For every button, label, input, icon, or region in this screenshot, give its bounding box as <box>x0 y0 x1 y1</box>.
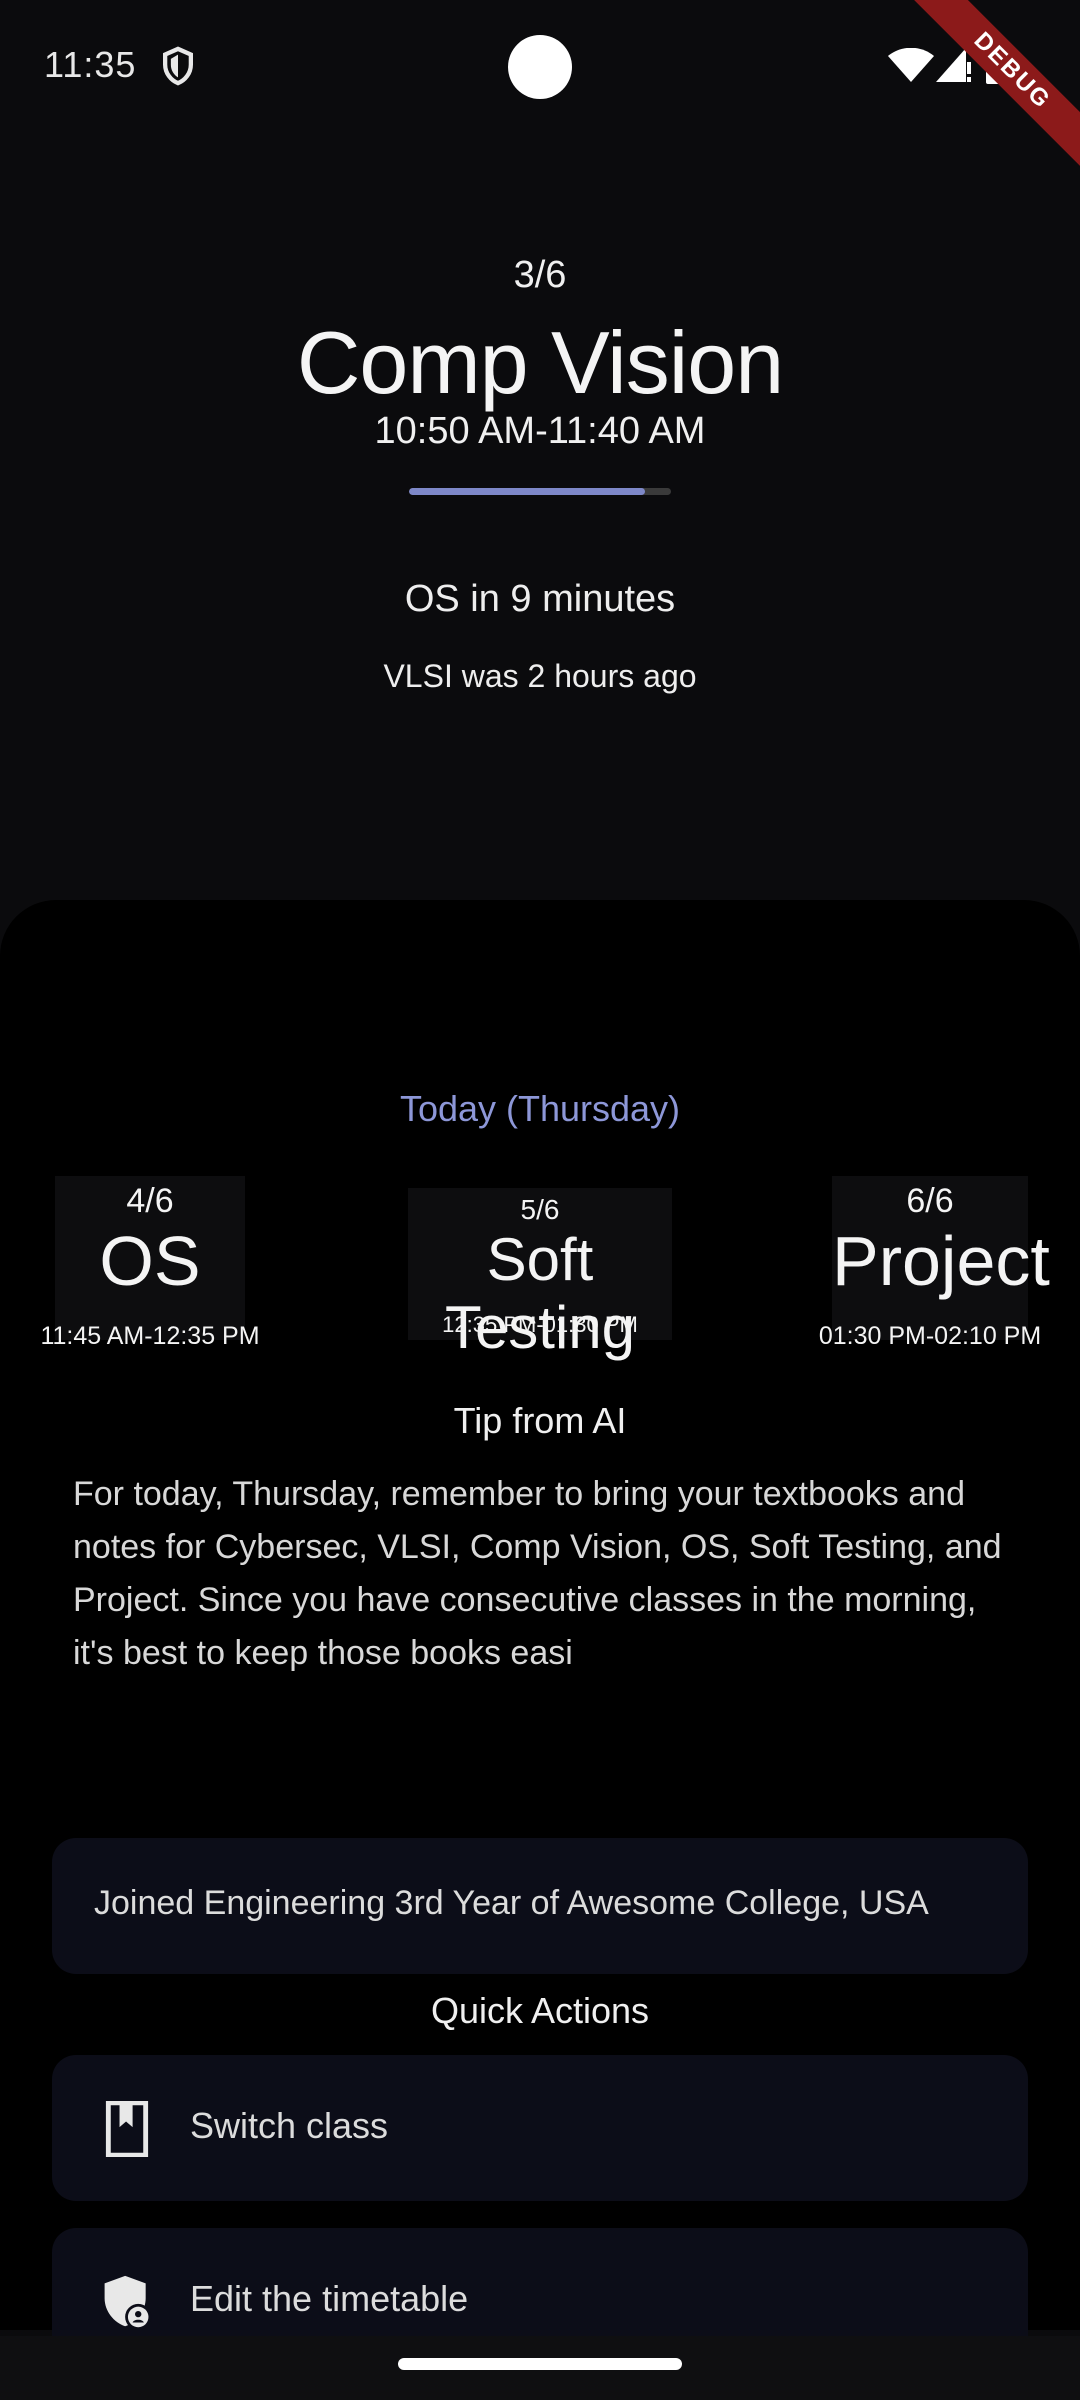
current-class-index: 3/6 <box>513 254 567 296</box>
current-class-name: Comp Vision <box>296 313 784 412</box>
bottom-sheet[interactable]: Today (Thursday) 4/6 OS 11:45 AM-12:35 P… <box>0 900 1080 2388</box>
status-bar: 11:35 DEBUG <box>0 0 1080 170</box>
book-icon <box>105 2101 149 2157</box>
class-card-name: Soft Testing <box>444 1226 636 1361</box>
class-card-name: OS <box>99 1222 201 1300</box>
today-label: Today (Thursday) <box>399 1088 681 1129</box>
class-card-index: 4/6 <box>126 1182 174 1220</box>
class-card-soft-testing[interactable]: 5/6 Soft Testing 12:35 PM-01:30 PM <box>408 1188 672 1361</box>
quick-actions-title: Quick Actions <box>430 1990 650 2031</box>
class-card-project[interactable]: 6/6 Project 01:30 PM-02:10 PM <box>819 1176 1050 1350</box>
class-card-name: Project <box>832 1222 1050 1300</box>
class-card-time: 01:30 PM-02:10 PM <box>818 1322 1042 1350</box>
screen: 11:35 DEBUG 3/6 Comp Vision 10:50 AM-11:… <box>0 0 1080 2400</box>
next-class-text: OS in 9 minutes <box>404 578 676 620</box>
debug-banner: DEBUG <box>900 0 1080 180</box>
camera-cutout <box>508 35 572 99</box>
class-card-time: 11:45 AM-12:35 PM <box>40 1322 260 1350</box>
class-progress-fill <box>409 488 645 495</box>
switch-class-label: Switch class <box>190 2105 389 2146</box>
tip-body: For today, Thursday, remember to bring y… <box>73 1475 1002 1672</box>
home-gesture-handle[interactable] <box>398 2358 682 2370</box>
switch-class-button[interactable]: Switch class <box>52 2055 1028 2201</box>
navigation-bar <box>0 2336 1080 2400</box>
class-progress-bar <box>409 488 671 495</box>
edit-timetable-label: Edit the timetable <box>190 2278 469 2319</box>
tip-title: Tip from AI <box>453 1400 627 1441</box>
class-card-index: 5/6 <box>520 1194 560 1225</box>
shield-status-icon <box>163 46 193 86</box>
class-card-index: 6/6 <box>906 1182 954 1220</box>
current-class-time: 10:50 AM-11:40 AM <box>374 410 706 452</box>
class-card-os[interactable]: 4/6 OS 11:45 AM-12:35 PM <box>40 1176 260 1350</box>
admin-shield-icon <box>104 2275 152 2330</box>
joined-text: Joined Engineering 3rd Year of Awesome C… <box>94 1884 929 1922</box>
joined-card[interactable]: Joined Engineering 3rd Year of Awesome C… <box>52 1838 1028 1974</box>
debug-label: DEBUG <box>913 0 1080 170</box>
previous-class-text: VLSI was 2 hours ago <box>383 658 697 694</box>
status-time: 11:35 <box>44 44 137 85</box>
class-card-time: 12:35 PM-01:30 PM <box>442 1312 638 1337</box>
